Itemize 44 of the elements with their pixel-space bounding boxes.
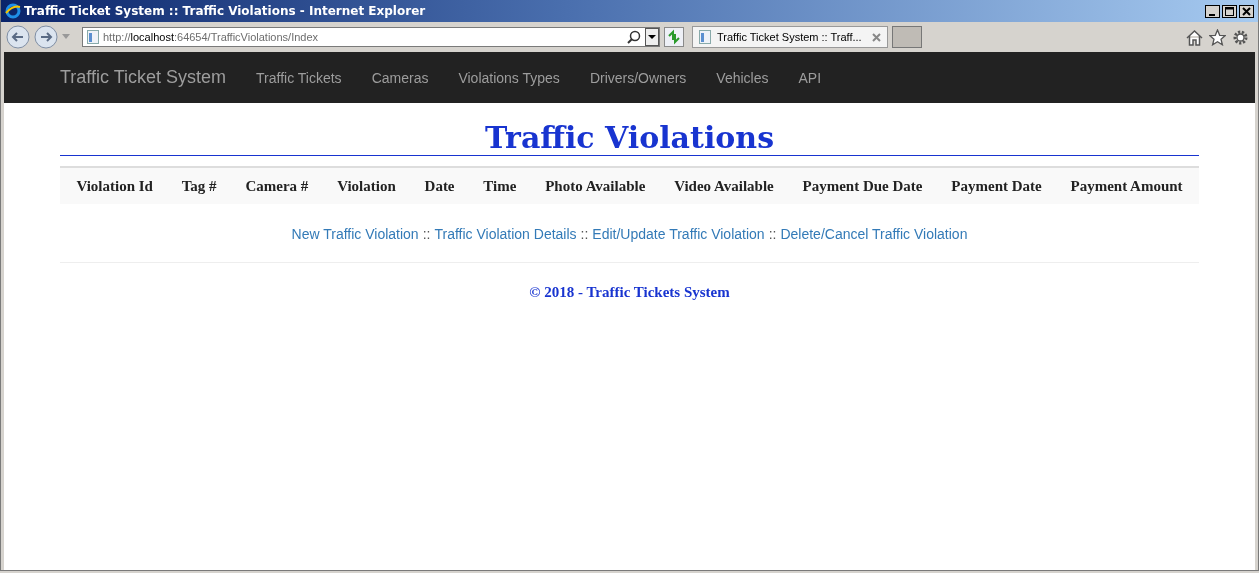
- separator-text: ::: [580, 226, 589, 242]
- footer-text: © 2018 - Traffic Tickets System: [528, 284, 731, 301]
- maximize-icon[interactable]: [1222, 4, 1237, 18]
- column-header: Payment Due Date: [801, 177, 924, 196]
- window-title: Traffic Ticket System :: Traffic Violations - Internet Explorer: [24, 4, 427, 18]
- column-header: Tag #: [180, 177, 218, 196]
- separator-text: ::: [422, 226, 431, 242]
- dropdown-icon[interactable]: [645, 28, 659, 46]
- separator-text: ::: [768, 226, 777, 242]
- nav-link[interactable]: Drivers/Owners: [589, 69, 687, 86]
- minimize-icon[interactable]: [1205, 4, 1220, 18]
- action-link[interactable]: Traffic Violation Details: [434, 226, 577, 242]
- settings-icon[interactable]: [1232, 28, 1249, 46]
- nav-link[interactable]: Vehicles: [716, 69, 769, 86]
- tab-title: Traffic Ticket System :: Traff...: [717, 31, 862, 43]
- url-text: http://localhost:64654/TrafficViolations/Index: [103, 31, 319, 43]
- action-link[interactable]: Delete/Cancel Traffic Violation: [780, 226, 968, 242]
- nav-link[interactable]: Cameras: [371, 69, 429, 86]
- column-header: Video Available: [673, 177, 775, 196]
- nav-link[interactable]: API: [798, 69, 822, 86]
- column-header: Time: [482, 177, 518, 196]
- search-icon[interactable]: [627, 30, 641, 44]
- page-title: Traffic Violations: [60, 121, 1199, 156]
- action-link[interactable]: Edit/Update Traffic Violation: [592, 226, 765, 242]
- address-bar[interactable]: http://localhost:64654/TrafficViolations/Index: [82, 27, 660, 47]
- refresh-icon[interactable]: [664, 27, 684, 47]
- brand-link[interactable]: Traffic Ticket System: [60, 67, 227, 88]
- nav-link[interactable]: Violations Types: [458, 69, 560, 86]
- star-icon[interactable]: [1209, 28, 1226, 46]
- nav-link[interactable]: Traffic Tickets: [256, 69, 342, 86]
- page-icon: [699, 30, 711, 44]
- column-header: Payment Date: [950, 177, 1043, 196]
- column-header: Payment Amount: [1069, 177, 1184, 196]
- home-icon[interactable]: [1186, 28, 1203, 46]
- action-link[interactable]: New Traffic Violation: [291, 226, 419, 242]
- column-header: Date: [423, 177, 456, 196]
- column-header: Photo Available: [544, 177, 647, 196]
- page-icon: [87, 30, 99, 44]
- column-header: Camera #: [244, 177, 310, 196]
- close-icon[interactable]: [1239, 4, 1254, 18]
- browser-logo-icon: [5, 3, 21, 19]
- column-header: Violation: [336, 177, 397, 196]
- browser-tab[interactable]: Traffic Ticket System :: Traff...: [692, 26, 888, 48]
- column-header: Violation Id: [75, 177, 154, 196]
